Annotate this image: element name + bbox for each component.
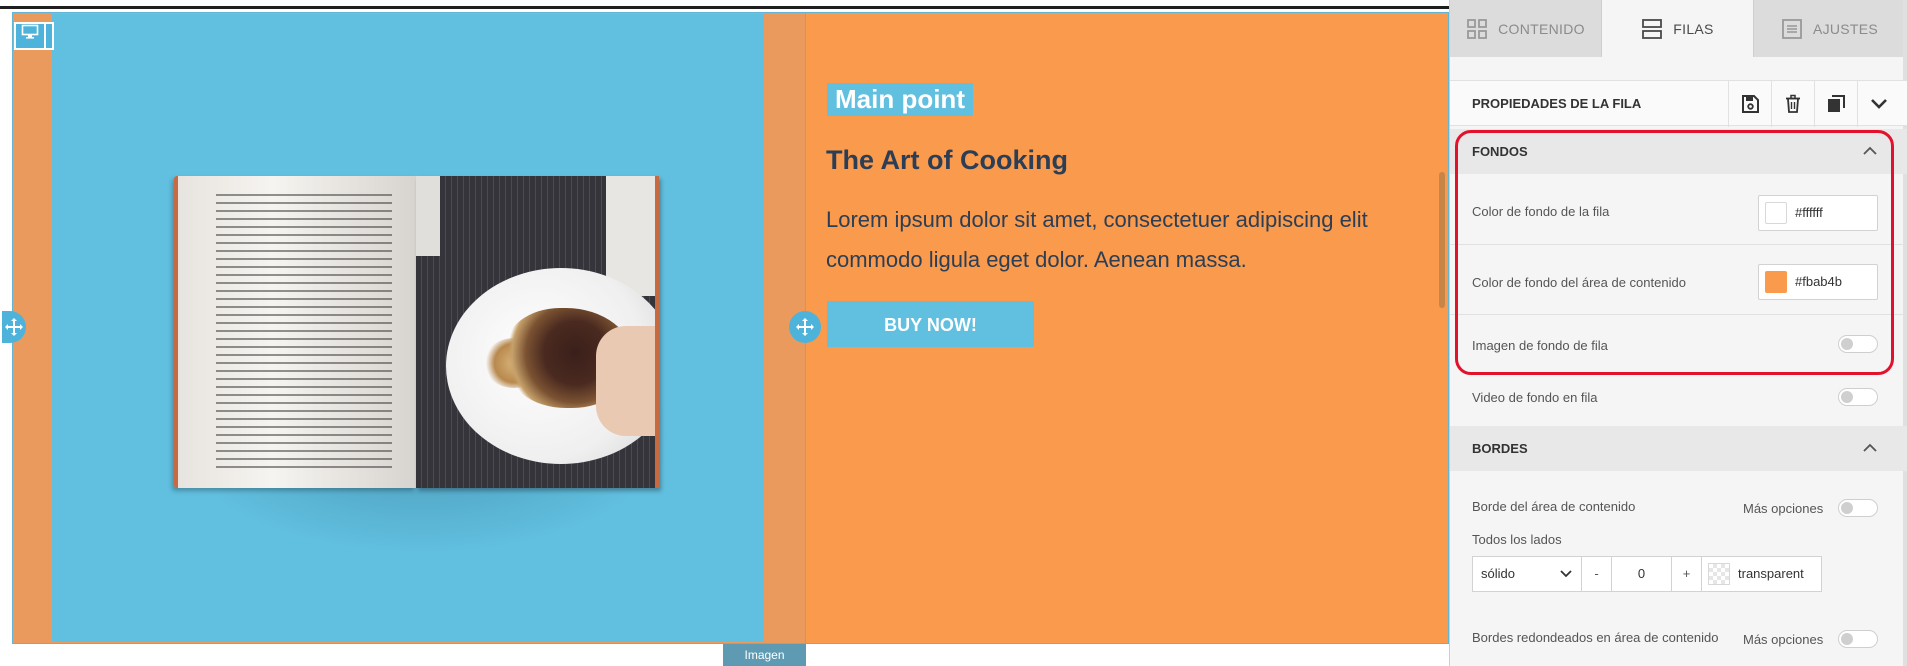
tab-filas-label: FILAS [1673,20,1714,37]
duplicate-button[interactable] [1814,81,1857,127]
chevron-up-icon [1863,443,1877,452]
row-properties-title: PROPIEDADES DE LA FILA [1472,96,1642,111]
canvas-scrollbar[interactable] [1439,172,1445,308]
content-bg-color-label: Color de fondo del área de contenido [1472,275,1686,290]
chevron-up-icon [1863,146,1877,155]
save-icon [1742,95,1759,113]
tab-contenido-label: CONTENIDO [1498,20,1585,37]
content-bg-color-field[interactable]: #fbab4b [1758,264,1878,300]
duplicate-icon [1828,95,1845,112]
row-bg-image-label: Imagen de fondo de fila [1472,338,1608,353]
tab-contenido[interactable]: CONTENIDO [1450,0,1602,57]
all-sides-label: Todos los lados [1472,532,1562,547]
book-image [174,176,659,488]
transparent-swatch [1708,563,1730,585]
trash-icon [1786,94,1800,113]
chef-shirt-left [416,176,440,256]
buy-now-button[interactable]: BUY NOW! [827,301,1034,347]
move-arrows-icon[interactable] [789,311,821,343]
body-line-1: Lorem ipsum dolor sit amet, consectetuer… [826,207,1368,232]
row-bg-video-label: Video de fondo en fila [1472,390,1598,405]
border-style-value: sólido [1481,566,1515,581]
row-bg-video-toggle[interactable] [1838,388,1878,406]
body-paragraph[interactable]: Lorem ipsum dolor sit amet, consectetuer… [826,200,1446,280]
tab-ajustes-label: AJUSTES [1812,20,1879,37]
fondos-title: FONDOS [1472,144,1528,159]
bordes-title: BORDES [1472,441,1528,456]
book-text-lines [216,194,392,474]
rounded-corners-label: Bordes redondeados en área de contenido [1472,630,1719,645]
row-bg-image-row: Imagen de fondo de fila [1450,315,1907,369]
book-right-page [416,176,659,488]
border-width-decrement[interactable]: - [1582,556,1612,592]
fondos-section-header[interactable]: FONDOS [1450,129,1907,174]
content-bg-color-row: Color de fondo del área de contenido #fb… [1450,245,1907,315]
more-options-link[interactable]: Más opciones [1743,501,1823,516]
canvas-top-line [0,0,1449,9]
device-toggle-edge[interactable] [46,22,54,50]
row-bg-color-value: #ffffff [1795,205,1823,220]
row-bg-color-label: Color de fondo de la fila [1472,204,1610,219]
row-bg-image-toggle[interactable] [1838,335,1878,353]
content-border-toggle[interactable] [1838,499,1878,517]
tab-filas[interactable]: FILAS [1602,0,1754,57]
rows-icon [1642,18,1663,39]
book-left-page [174,176,416,488]
row-bg-color-swatch [1765,202,1787,224]
border-color-field[interactable]: transparent [1702,556,1822,592]
editor-canvas: Main point The Art of Cooking Lorem ipsu… [0,0,1449,666]
border-style-select[interactable]: sólido [1472,556,1582,592]
collapse-button[interactable] [1857,81,1900,127]
border-width-increment[interactable]: + [1672,556,1702,592]
delete-button[interactable] [1771,81,1814,127]
settings-list-icon [1782,18,1802,39]
content-bg-color-value: #fbab4b [1795,274,1842,289]
content-border-label: Borde del área de contenido [1472,499,1636,514]
bordes-section-header[interactable]: BORDES [1450,426,1907,471]
row-bg-color-field[interactable]: #ffffff [1758,195,1878,231]
chef-shirt-right [606,176,655,296]
properties-panel: CONTENIDO FILAS AJUSTES PROPIEDADES DE L… [1449,0,1907,666]
chevron-down-icon [1560,570,1572,578]
image-block-label: Imagen [723,644,806,666]
border-controls: sólido - 0 + transparent [1472,556,1822,592]
rounded-corners-toggle[interactable] [1838,630,1878,648]
image-block[interactable] [52,14,764,642]
more-options-link-2[interactable]: Más opciones [1743,632,1823,647]
body-line-2: commodo ligula eget dolor. Aenean massa. [826,247,1247,272]
row-properties-header: PROPIEDADES DE LA FILA [1450,80,1907,127]
tab-ajustes[interactable]: AJUSTES [1754,0,1906,57]
chef-hand [596,326,655,436]
row-bg-video-row: Video de fondo en fila [1450,370,1907,424]
section-title[interactable]: The Art of Cooking [826,145,1068,176]
heading-badge[interactable]: Main point [827,83,973,116]
desktop-icon[interactable] [14,22,46,50]
save-button[interactable] [1728,81,1771,127]
border-width-input[interactable]: 0 [1612,556,1672,592]
content-bg-color-swatch [1765,271,1787,293]
panel-tabs: CONTENIDO FILAS AJUSTES [1450,0,1907,57]
chevron-down-icon [1871,99,1887,109]
border-color-value: transparent [1738,566,1804,581]
row-bg-color-row: Color de fondo de la fila #ffffff [1450,174,1907,245]
grid-icon [1467,18,1488,39]
